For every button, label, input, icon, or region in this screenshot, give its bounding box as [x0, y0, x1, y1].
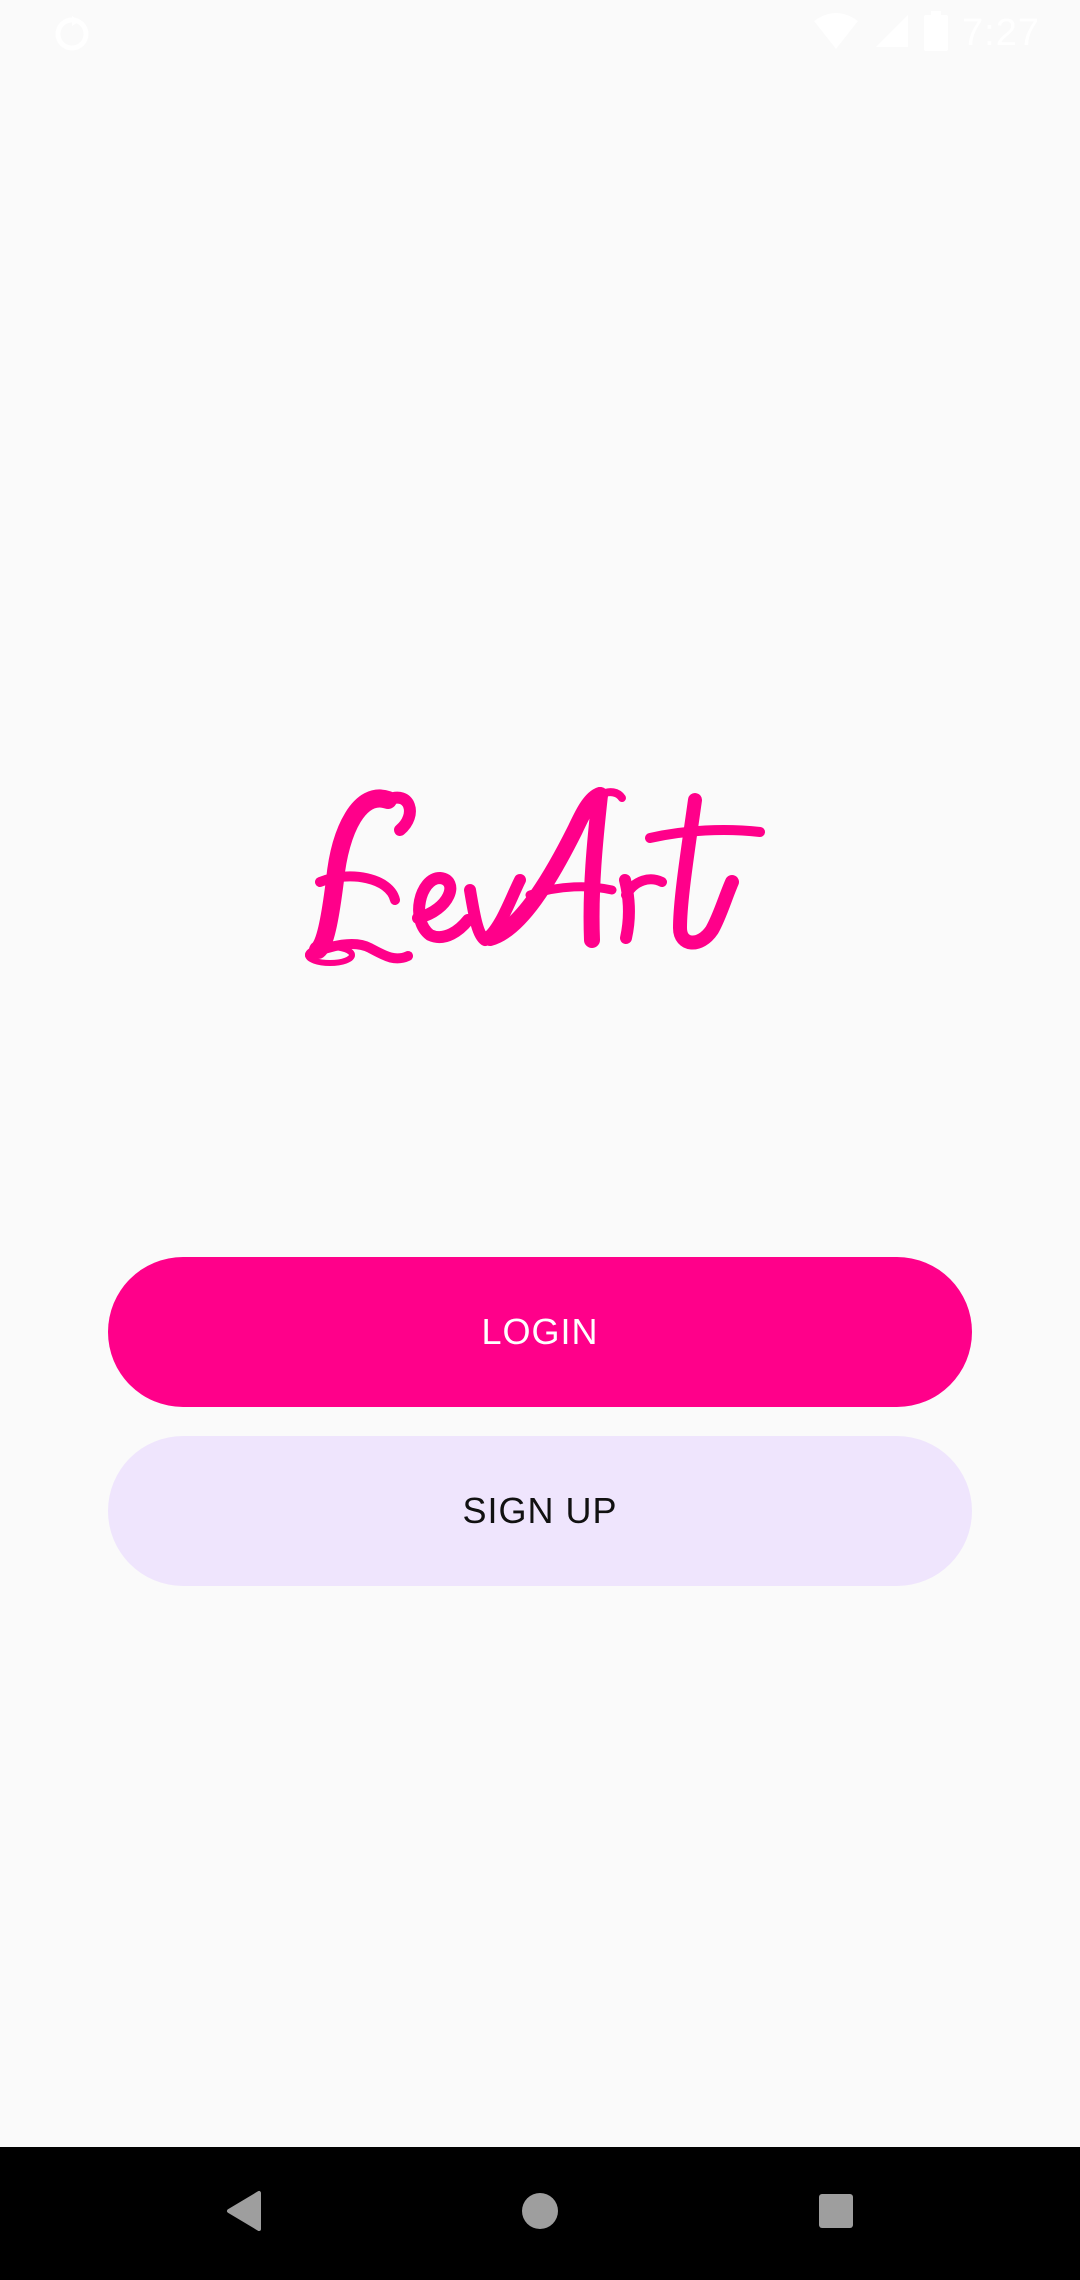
recents-button[interactable]: [806, 2183, 866, 2243]
navigation-bar: [0, 2147, 1080, 2280]
home-icon: [520, 2191, 560, 2236]
sign-up-button[interactable]: SIGN UP: [108, 1436, 972, 1586]
cellular-signal-icon: [874, 11, 910, 56]
app-logo: [300, 770, 820, 980]
status-time: 7:27: [962, 11, 1040, 54]
login-button[interactable]: LOGIN: [108, 1257, 972, 1407]
status-icons: 7:27: [812, 10, 1040, 56]
login-button-label: LOGIN: [481, 1311, 599, 1352]
recents-icon: [818, 2193, 854, 2234]
wifi-icon: [812, 11, 860, 56]
sync-icon: [52, 14, 92, 54]
sign-up-button-label: SIGN UP: [462, 1490, 618, 1531]
status-bar: 7:27: [0, 0, 1080, 66]
back-icon: [223, 2189, 263, 2238]
home-button[interactable]: [510, 2183, 570, 2243]
battery-icon: [924, 10, 949, 56]
back-button[interactable]: [213, 2183, 273, 2243]
